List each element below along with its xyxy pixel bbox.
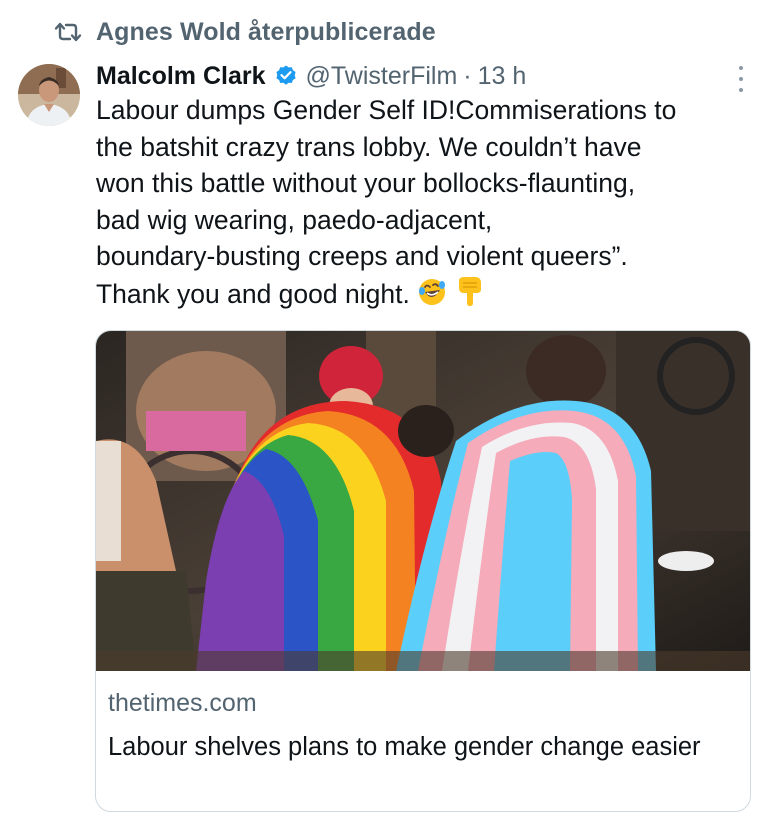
author-handle[interactable]: @TwisterFilm [306, 62, 458, 91]
rofl-emoji-icon [417, 277, 447, 317]
card-title[interactable]: Labour shelves plans to make gender chan… [108, 729, 728, 766]
repost-indicator[interactable]: Agnes Wold återpublicerade [54, 14, 436, 50]
repost-label: Agnes Wold återpublicerade [96, 17, 436, 46]
verified-badge-icon [274, 64, 298, 88]
tweet-line: bad wig wearing, paedo-adjacent, [96, 204, 493, 235]
repost-icon [54, 19, 84, 45]
card-domain[interactable]: thetimes.com [108, 689, 257, 718]
tweet-line: Thank you and good night. [96, 278, 410, 309]
pointing-down-emoji-icon [455, 275, 485, 317]
tweet-line: won this battle without your bollocks-fl… [96, 168, 636, 199]
meta-separator: · [463, 61, 472, 90]
tweet-text: Labour dumps Gender Self ID!Commiseratio… [96, 92, 756, 317]
tweet-line-last: Thank you and good night. [96, 275, 756, 317]
avatar[interactable] [18, 64, 80, 126]
tweet-line: boundary-busting creeps and violent quee… [96, 241, 628, 272]
tweet-timestamp[interactable]: 13 h [478, 62, 527, 91]
more-options-icon[interactable] [731, 66, 751, 92]
tweet-header: Malcolm Clark @TwisterFilm · 13 h [96, 56, 751, 96]
tweet-line: the batshit crazy trans lobby. We couldn… [96, 131, 642, 162]
card-image[interactable] [96, 331, 750, 671]
tweet-line: Labour dumps Gender Self ID!Commiseratio… [96, 95, 677, 125]
author-name[interactable]: Malcolm Clark [96, 62, 266, 91]
link-card[interactable]: thetimes.com Labour shelves plans to mak… [95, 330, 751, 812]
